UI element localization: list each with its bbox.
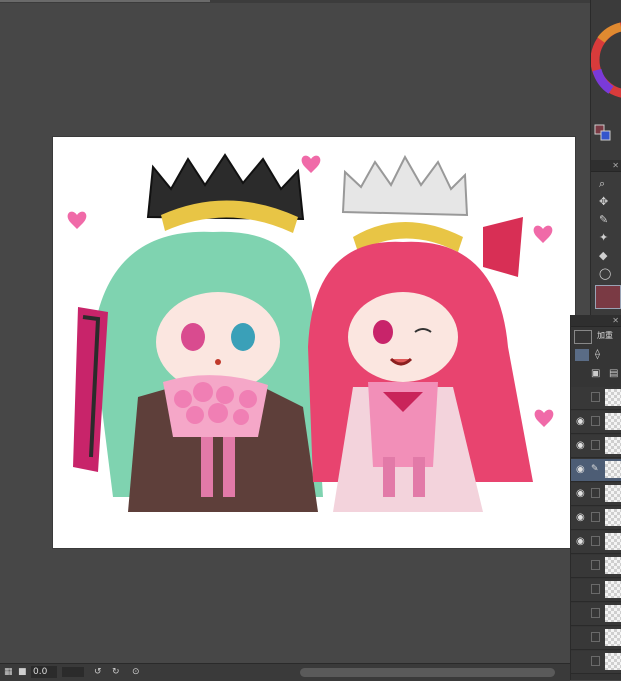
folder-icon[interactable]: ▤ [609, 368, 618, 379]
zoom-field[interactable]: 0.0 [31, 666, 57, 678]
eye-icon[interactable]: ◉ [576, 488, 585, 499]
layer-panel: ✕ 加重 ⟠ ▣ ▤ ◉ ◉ ◉ ✎ ◉ ◉ ◉ [570, 315, 621, 680]
layer-mode-button[interactable] [575, 349, 589, 361]
lock-icon[interactable] [591, 584, 600, 594]
layer-row[interactable]: ◉ [571, 531, 621, 554]
layer-thumbnail [605, 653, 621, 670]
layer-thumbnail [605, 605, 621, 622]
layer-thumbnail [605, 461, 621, 478]
layer-row[interactable] [571, 387, 621, 410]
new-layer-icon[interactable]: ▣ [591, 368, 600, 379]
eye-icon[interactable]: ◉ [576, 512, 585, 523]
layer-row[interactable] [571, 579, 621, 602]
close-icon[interactable]: ✕ [612, 315, 619, 326]
current-color-swatch[interactable] [595, 285, 621, 309]
zoom-slider[interactable] [62, 667, 84, 677]
layer-thumbnail [605, 485, 621, 502]
blend-mode-select[interactable] [574, 330, 592, 344]
layer-row[interactable]: ◉ [571, 411, 621, 434]
reset-icon[interactable]: ⊙ [132, 666, 140, 678]
title-strip-highlight [0, 0, 210, 2]
artwork-illustration [67, 153, 554, 512]
layer-header-label: 加重 [597, 331, 613, 340]
close-icon[interactable]: ✕ [612, 160, 619, 171]
layer-row[interactable]: ◉ [571, 507, 621, 530]
lock-icon[interactable] [591, 392, 600, 402]
lock-icon[interactable] [591, 440, 600, 450]
canvas-area[interactable] [0, 3, 590, 663]
rotate-left-icon[interactable]: ↺ [94, 666, 102, 678]
lock-icon[interactable] [591, 488, 600, 498]
sparkle-tool-icon[interactable]: ✦ [593, 229, 620, 246]
tool-panel-header: ✕ [591, 160, 621, 172]
status-bar: ▦ ■ 0.0 ↺ ↻ ⊙ [0, 663, 570, 681]
layer-thumbnail [605, 509, 621, 526]
lasso-tool-icon[interactable]: ◯ [593, 265, 620, 282]
eye-icon[interactable]: ◉ [576, 536, 585, 547]
lock-icon[interactable] [591, 536, 600, 546]
layer-thumbnail [605, 557, 621, 574]
horizontal-scrollbar[interactable] [300, 668, 555, 677]
eye-icon[interactable]: ◉ [576, 440, 585, 451]
layer-row[interactable] [571, 555, 621, 578]
layer-row[interactable] [571, 627, 621, 650]
layer-thumbnail [605, 389, 621, 406]
eye-icon[interactable]: ◉ [576, 464, 585, 475]
eye-icon[interactable]: ◉ [576, 416, 585, 427]
left-character [73, 153, 323, 512]
color-wheel-panel[interactable] [590, 0, 621, 160]
pen-tool-icon[interactable]: ✎ [593, 211, 620, 228]
layer-thumbnail [605, 437, 621, 454]
layer-thumbnail [605, 581, 621, 598]
move-tool-icon[interactable]: ✥ [593, 193, 620, 210]
lock-icon[interactable] [591, 416, 600, 426]
lock-icon[interactable] [591, 560, 600, 570]
layer-option-icon[interactable]: ⟠ [595, 349, 600, 360]
layer-thumbnail [605, 533, 621, 550]
fill-tool-icon[interactable]: ◆ [593, 247, 620, 264]
layer-row[interactable] [571, 603, 621, 626]
pen-icon[interactable]: ✎ [591, 464, 600, 474]
square-icon[interactable]: ■ [18, 666, 27, 678]
layer-row-selected[interactable]: ◉ ✎ [571, 459, 621, 482]
layer-thumbnail [605, 629, 621, 646]
right-character [308, 154, 533, 512]
lock-icon[interactable] [591, 512, 600, 522]
layer-row[interactable] [571, 651, 621, 674]
grid-icon[interactable]: ▦ [4, 666, 13, 678]
layer-thumbnail [605, 413, 621, 430]
lock-icon[interactable] [591, 632, 600, 642]
layer-row[interactable]: ◉ [571, 435, 621, 458]
color-wheel[interactable] [590, 0, 621, 160]
layer-panel-header: ✕ [571, 315, 621, 327]
layer-row[interactable]: ◉ [571, 483, 621, 506]
lock-icon[interactable] [591, 656, 600, 666]
artboard[interactable] [53, 137, 575, 548]
zoom-tool-icon[interactable]: ⌕ [593, 175, 620, 192]
lock-icon[interactable] [591, 608, 600, 618]
rotate-right-icon[interactable]: ↻ [112, 666, 120, 678]
